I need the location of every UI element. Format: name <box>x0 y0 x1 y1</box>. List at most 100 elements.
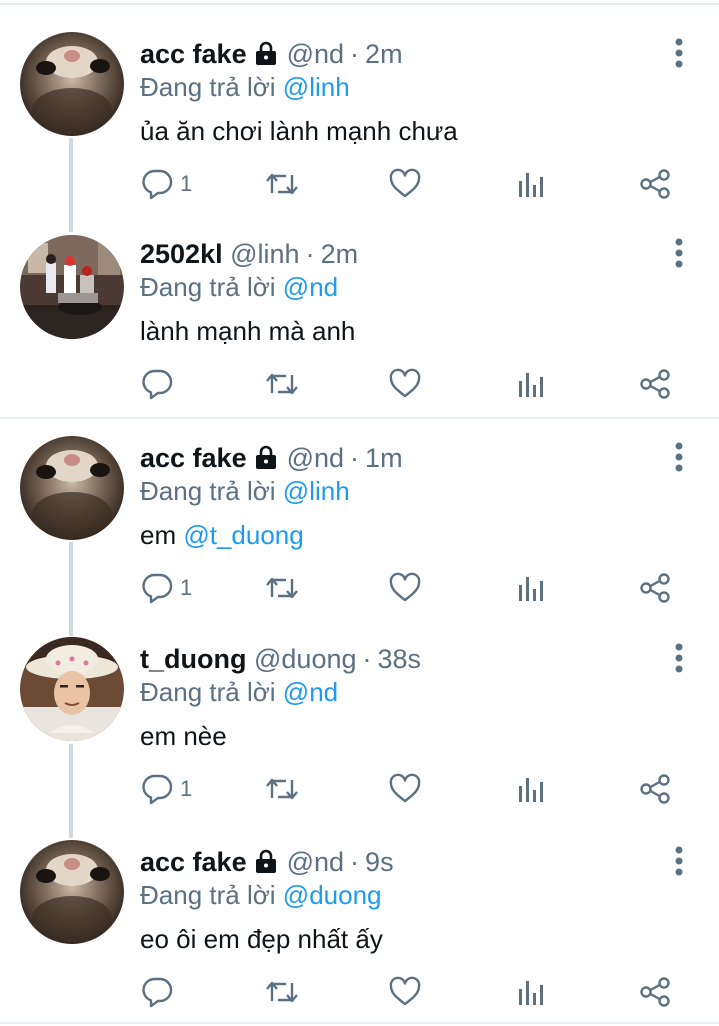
reply-button[interactable]: 1 <box>140 568 192 608</box>
display-name[interactable]: 2502kl <box>140 239 223 269</box>
separator-dot: · <box>362 644 372 674</box>
retweet-button[interactable] <box>264 972 300 1012</box>
replying-to-label: Đang trả lời <box>140 476 276 506</box>
like-button[interactable] <box>388 364 422 404</box>
display-name[interactable]: acc fake <box>140 847 247 877</box>
cat-avatar-image <box>20 32 124 136</box>
retweet-button[interactable] <box>264 164 300 204</box>
mention-link[interactable]: @nd <box>283 677 338 707</box>
stats-button[interactable] <box>516 769 546 809</box>
timestamp[interactable]: 38s <box>378 644 422 674</box>
mention-link[interactable]: @linh <box>283 476 350 506</box>
avatar[interactable] <box>20 235 124 339</box>
retweet-icon <box>266 173 298 195</box>
tweet[interactable]: acc fake @nd · 2m Đang trả lời @linh ủa ăn … <box>0 32 719 216</box>
speech-bubble-icon <box>142 774 173 805</box>
tweet-header: acc fake @nd · 9s <box>140 844 394 880</box>
share-button[interactable] <box>638 164 672 204</box>
handle[interactable]: @linh <box>230 239 299 269</box>
reply-count: 1 <box>180 575 193 600</box>
tweet-header: acc fake @nd · 1m <box>140 440 403 476</box>
reply-count: 1 <box>180 776 193 801</box>
share-icon <box>640 573 670 603</box>
share-icon <box>640 977 670 1007</box>
timestamp[interactable]: 2m <box>321 239 359 269</box>
like-button[interactable] <box>388 568 422 608</box>
vertical-dots-icon[interactable] <box>669 442 689 472</box>
share-button[interactable] <box>638 568 672 608</box>
avatar[interactable] <box>20 436 124 540</box>
share-button[interactable] <box>638 769 672 809</box>
like-button[interactable] <box>388 972 422 1012</box>
stats-button[interactable] <box>516 364 546 404</box>
display-name[interactable]: t_duong <box>140 644 246 674</box>
vertical-dots-icon[interactable] <box>669 846 689 876</box>
timestamp[interactable]: 9s <box>365 847 394 877</box>
divider <box>0 1022 719 1024</box>
retweet-icon <box>266 577 298 599</box>
timestamp[interactable]: 1m <box>365 443 403 473</box>
tweet-header: t_duong @duong · 38s <box>140 641 421 677</box>
handle[interactable]: @nd <box>287 39 344 69</box>
replying-to: Đang trả lời @linh <box>140 70 350 104</box>
avatar[interactable] <box>20 32 124 136</box>
tweet-text: eo ôi em đẹp nhất ấy <box>140 924 383 954</box>
share-icon <box>640 774 670 804</box>
stats-button[interactable] <box>516 568 546 608</box>
tweet-text-prefix: em <box>140 520 184 550</box>
retweet-button[interactable] <box>264 769 300 809</box>
mention-link[interactable]: @duong <box>283 880 382 910</box>
vertical-dots-icon[interactable] <box>669 238 689 268</box>
reply-button[interactable]: 1 <box>140 769 192 809</box>
timestamp[interactable]: 2m <box>365 39 403 69</box>
vertical-dots-icon[interactable] <box>669 643 689 673</box>
reply-button[interactable]: 1 <box>140 164 192 204</box>
reply-button[interactable] <box>140 364 180 404</box>
mention-link[interactable]: @t_duong <box>183 520 303 550</box>
bar-chart-icon <box>519 981 543 1005</box>
replying-to-label: Đang trả lời <box>140 272 276 302</box>
tweet-header: acc fake @nd · 2m <box>140 36 403 72</box>
cat-avatar-image <box>20 840 124 944</box>
reply-button[interactable] <box>140 972 180 1012</box>
tweet-text: em @t_duong <box>140 518 304 552</box>
share-button[interactable] <box>638 972 672 1012</box>
mention-link[interactable]: @linh <box>283 72 350 102</box>
mention-link[interactable]: @nd <box>283 272 338 302</box>
bar-chart-icon <box>519 778 543 802</box>
like-button[interactable] <box>388 164 422 204</box>
share-button[interactable] <box>638 364 672 404</box>
avatar[interactable] <box>20 637 124 741</box>
bar-chart-icon <box>519 173 543 197</box>
speech-bubble-icon <box>142 977 173 1008</box>
reply-count: 1 <box>180 171 193 196</box>
replying-to: Đang trả lời @linh <box>140 474 350 508</box>
separator-dot: · <box>350 39 360 69</box>
separator-dot: · <box>350 847 360 877</box>
display-name[interactable]: acc fake <box>140 39 247 69</box>
stats-button[interactable] <box>516 972 546 1012</box>
tweet[interactable]: t_duong @duong · 38s Đang trả lời @nd em n… <box>0 637 719 821</box>
tweet[interactable]: acc fake @nd · 9s Đang trả lời @duong eo ôi… <box>0 840 719 1022</box>
replying-to-label: Đang trả lời <box>140 677 276 707</box>
speech-bubble-icon <box>142 573 173 604</box>
action-bar <box>140 364 680 404</box>
like-button[interactable] <box>388 769 422 809</box>
separator-dot: · <box>305 239 315 269</box>
separator-dot: · <box>350 443 360 473</box>
tweet[interactable]: 2502kl @linh · 2m Đang trả lời @nd lành mạ… <box>0 235 719 416</box>
handle[interactable]: @nd <box>287 847 344 877</box>
handle[interactable]: @duong <box>254 644 357 674</box>
retweet-button[interactable] <box>264 568 300 608</box>
tweet[interactable]: acc fake @nd · 1m Đang trả lời @linh em @t_… <box>0 436 719 620</box>
share-icon <box>640 369 670 399</box>
replying-to-label: Đang trả lời <box>140 72 276 102</box>
handle[interactable]: @nd <box>287 443 344 473</box>
retweet-button[interactable] <box>264 364 300 404</box>
vertical-dots-icon[interactable] <box>669 38 689 68</box>
stats-button[interactable] <box>516 164 546 204</box>
heart-icon <box>389 368 421 398</box>
replying-to: Đang trả lời @nd <box>140 270 338 304</box>
display-name[interactable]: acc fake <box>140 443 247 473</box>
avatar[interactable] <box>20 840 124 944</box>
